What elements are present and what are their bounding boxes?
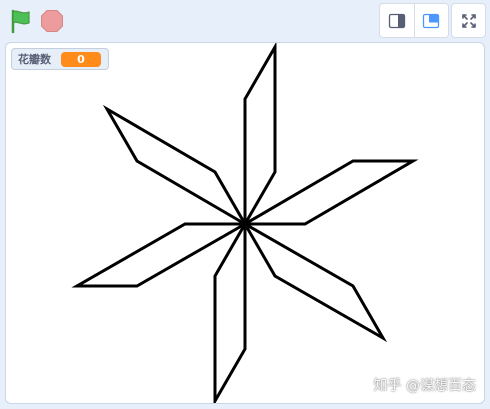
green-flag-button[interactable] — [8, 8, 34, 34]
stage-size-toggle — [379, 3, 449, 38]
monitor-label: 花瓣数 — [18, 53, 51, 66]
petal-lower-left — [71, 222, 251, 288]
petal-lower-right — [240, 219, 388, 343]
flower-drawing — [71, 43, 419, 403]
monitor-value: 0 — [61, 51, 101, 67]
watermark: 知乎 @谋想百态 — [373, 378, 476, 394]
green-flag-icon — [11, 9, 30, 34]
variable-monitor[interactable]: 花瓣数 0 — [11, 48, 109, 70]
petal-down — [213, 218, 247, 403]
stage-header — [0, 0, 490, 42]
normal-stage-icon — [423, 13, 440, 28]
stop-button[interactable] — [40, 9, 64, 33]
fullscreen-button[interactable] — [451, 3, 486, 38]
normal-stage-button[interactable] — [414, 4, 448, 37]
small-stage-icon — [388, 13, 405, 28]
small-stage-button[interactable] — [380, 4, 415, 37]
petal-upper-right — [239, 159, 419, 226]
stage-canvas[interactable]: 花瓣数 0 知乎 @谋想百态 — [5, 42, 485, 404]
fullscreen-icon — [461, 13, 476, 28]
petal-upper-left — [102, 104, 250, 229]
petal-up — [243, 43, 277, 230]
stop-sign-icon — [41, 10, 63, 32]
